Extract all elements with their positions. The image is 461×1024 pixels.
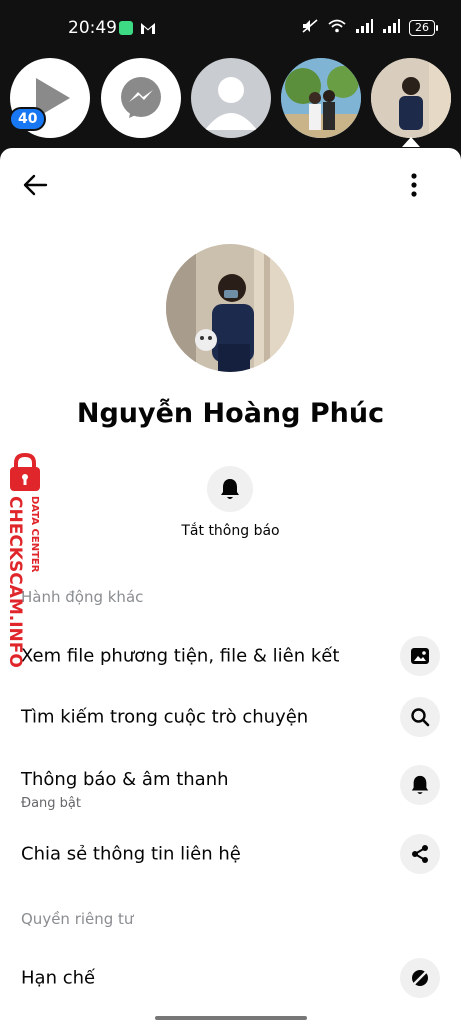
chat-heads-bar: 40 — [0, 52, 461, 152]
wifi-icon — [328, 19, 346, 37]
action-search-conversation[interactable]: Tìm kiếm trong cuộc trò chuyện — [0, 689, 461, 745]
unread-count-badge: 40 — [9, 107, 47, 131]
active-bubble-pointer — [402, 137, 420, 147]
profile-avatar[interactable] — [166, 244, 294, 372]
action-sublabel: Đang bật — [21, 796, 81, 811]
mute-notifications-button[interactable] — [207, 466, 253, 512]
chat-head-default-avatar[interactable] — [191, 58, 271, 138]
action-label: Hạn chế — [21, 967, 96, 989]
app-notification-icon — [119, 21, 133, 35]
action-share-contact[interactable]: Chia sẻ thông tin liên hệ — [0, 826, 461, 882]
mute-notifications-label: Tắt thông báo — [181, 523, 280, 539]
sheet-header — [0, 148, 461, 218]
contact-details-sheet: Nguyễn Hoàng Phúc Tắt thông báo Hành độn… — [0, 148, 461, 1024]
back-button[interactable] — [20, 170, 50, 200]
restrict-icon — [400, 958, 440, 998]
action-label: Chia sẻ thông tin liên hệ — [21, 843, 241, 865]
action-label: Thông báo & âm thanh — [21, 769, 229, 790]
home-indicator — [155, 1016, 307, 1020]
profile-photo-small — [371, 58, 451, 138]
mute-vibrate-icon — [301, 18, 319, 38]
image-icon — [400, 636, 440, 676]
bell-icon — [221, 479, 239, 499]
profile-photo — [166, 244, 294, 372]
more-options-button[interactable] — [399, 170, 429, 200]
chat-head-couple-photo[interactable] — [281, 58, 361, 138]
messenger-icon — [121, 77, 161, 118]
chat-head-messenger[interactable] — [101, 58, 181, 138]
status-time: 20:49 — [68, 18, 117, 38]
action-view-media-files-links[interactable]: Xem file phương tiện, file & liên kết — [0, 628, 461, 684]
vertical-dots-icon — [411, 173, 417, 197]
signal-icon-1 — [355, 19, 373, 37]
watermark-sub-text: DATA CENTER — [29, 496, 40, 573]
action-label: Tìm kiếm trong cuộc trò chuyện — [21, 706, 309, 728]
bell-icon — [400, 765, 440, 805]
chat-head-active-profile[interactable] — [371, 58, 451, 138]
watermark-main-label: CHECKSCAM.INFO — [5, 496, 25, 668]
section-title-privacy: Quyền riêng tư — [21, 910, 134, 928]
user-placeholder-icon — [205, 77, 257, 130]
share-icon — [400, 834, 440, 874]
checkscam-watermark: CHECKSCAM.INFO DATA CENTER — [2, 452, 48, 682]
watermark-sub-label: DATA CENTER — [29, 496, 40, 573]
action-label: Xem file phương tiện, file & liên kết — [21, 645, 340, 667]
couple-photo — [281, 58, 361, 138]
watermark-main-text: CHECKSCAM.INFO — [5, 496, 25, 668]
signal-icon-2 — [382, 19, 400, 37]
arrow-left-icon — [23, 174, 48, 196]
gmail-icon — [140, 20, 156, 39]
status-bar: 20:49 26 — [0, 0, 461, 50]
lock-icon — [10, 452, 40, 491]
profile-name: Nguyễn Hoàng Phúc — [76, 398, 385, 429]
battery-indicator: 26 — [409, 20, 438, 36]
action-notifications-sound[interactable]: Thông báo & âm thanh Đang bật — [0, 757, 461, 813]
search-icon — [400, 697, 440, 737]
action-restrict[interactable]: Hạn chế — [0, 950, 461, 1006]
status-indicators: 26 — [301, 18, 438, 38]
